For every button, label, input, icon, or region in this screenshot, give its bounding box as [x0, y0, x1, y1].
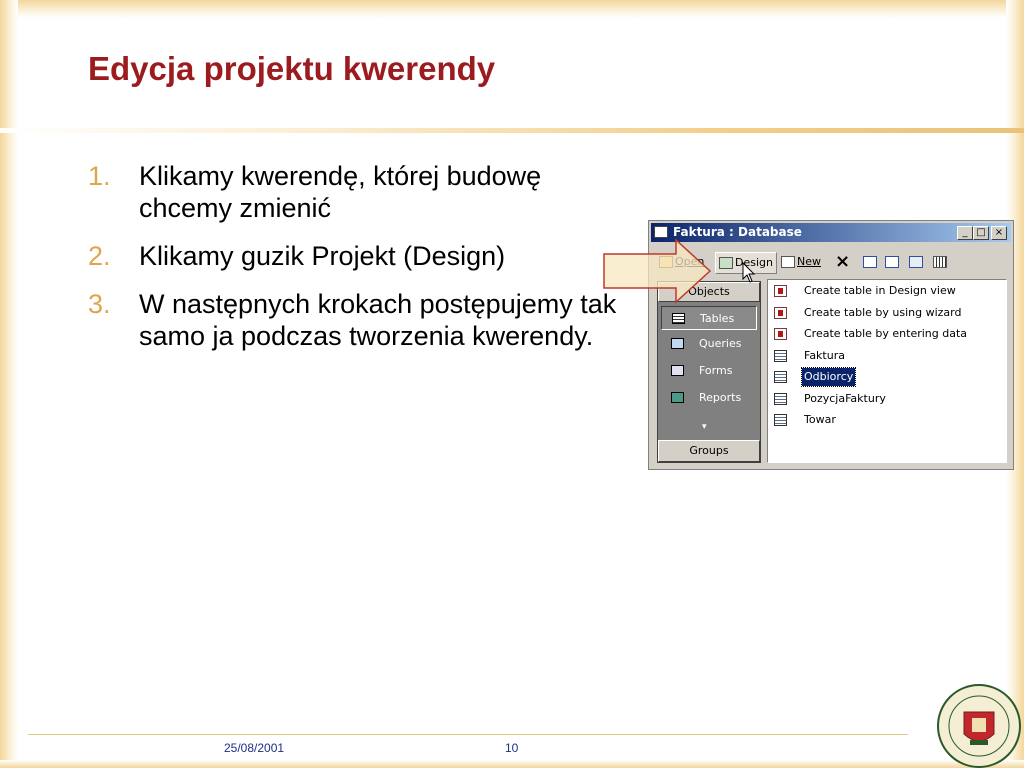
- objects-item-label: Reports: [699, 391, 742, 404]
- objects-item-tables[interactable]: Tables: [661, 306, 757, 330]
- footer-date: 25/08/2001: [224, 741, 285, 755]
- object-list: Create table in Design view Create table…: [767, 279, 1007, 463]
- database-icon: [654, 226, 668, 238]
- minimize-button[interactable]: _: [957, 226, 973, 240]
- list-view-button[interactable]: [909, 252, 925, 272]
- objects-item-label: Forms: [699, 364, 733, 377]
- footer-divider: [28, 734, 908, 735]
- new-label: New: [797, 255, 821, 268]
- details-view-button[interactable]: [933, 252, 949, 272]
- bullet-number: 3.: [88, 289, 111, 319]
- bullet-number: 2.: [88, 241, 111, 271]
- objects-item-queries[interactable]: Queries: [661, 332, 757, 356]
- tables-icon: [672, 313, 685, 324]
- table-icon: [774, 414, 787, 426]
- bullet-text: Klikamy guzik Projekt (Design): [139, 241, 506, 271]
- slide-left-border: [0, 0, 18, 768]
- bullet-text: Klikamy kwerendę, której budowę chcemy z…: [139, 161, 542, 223]
- objects-bar: Objects Tables Queries Forms Reports ▾ G…: [657, 281, 761, 463]
- title-divider: [0, 128, 1024, 133]
- forms-icon: [671, 365, 684, 376]
- wizard-icon: [774, 285, 787, 297]
- maximize-button[interactable]: □: [973, 226, 989, 240]
- design-icon: [719, 257, 733, 269]
- more-objects-arrow-icon[interactable]: ▾: [702, 422, 707, 432]
- bullet-text: W następnych krokach postępujemy tak sam…: [139, 289, 617, 351]
- small-icons-icon: [885, 256, 899, 268]
- close-button[interactable]: ×: [991, 226, 1007, 240]
- objects-item-reports[interactable]: Reports: [661, 386, 757, 410]
- wizard-icon: [774, 307, 787, 319]
- list-view-icon: [909, 256, 923, 268]
- school-seal-logo: [937, 684, 1021, 768]
- list-item-label: Create table by using wizard: [804, 306, 962, 319]
- table-icon: [774, 393, 787, 405]
- wizard-icon: [774, 328, 787, 340]
- bullet-item: 1. Klikamy kwerendę, której budowę chcem…: [88, 160, 618, 224]
- bullet-number: 1.: [88, 161, 111, 191]
- list-item-label: Towar: [804, 413, 836, 426]
- callout-arrow-icon: [603, 238, 712, 304]
- new-icon: [781, 256, 795, 268]
- mouse-cursor-icon: [742, 262, 756, 283]
- small-icons-button[interactable]: [885, 252, 901, 272]
- bullet-list: 1. Klikamy kwerendę, której budowę chcem…: [88, 160, 618, 368]
- details-view-icon: [933, 256, 947, 268]
- table-icon: [774, 350, 787, 362]
- reports-icon: [671, 392, 684, 403]
- objects-item-forms[interactable]: Forms: [661, 359, 757, 383]
- list-item-label: PozycjaFaktury: [804, 392, 886, 405]
- objects-item-label: Tables: [700, 312, 735, 325]
- slide-bottom-border: [0, 760, 1024, 768]
- groups-header[interactable]: Groups: [658, 440, 760, 462]
- slide-top-border: [0, 0, 1024, 18]
- list-item-label: Create table in Design view: [804, 284, 956, 297]
- slide-title: Edycja projektu kwerendy: [88, 50, 496, 87]
- table-icon: [774, 371, 787, 383]
- new-button[interactable]: New: [781, 252, 821, 272]
- list-item-label: Odbiorcy: [800, 367, 857, 387]
- list-item-label: Create table by entering data: [804, 327, 968, 340]
- slide-number: 10: [505, 741, 519, 755]
- bullet-item: 2. Klikamy guzik Projekt (Design): [88, 240, 618, 272]
- large-icons-button[interactable]: [863, 252, 879, 272]
- list-item-label: Faktura: [804, 349, 845, 362]
- large-icons-icon: [863, 256, 877, 268]
- queries-icon: [671, 338, 684, 349]
- window-title: Faktura : Database: [673, 225, 802, 239]
- objects-item-label: Queries: [699, 337, 742, 350]
- bullet-item: 3. W następnych krokach postępujemy tak …: [88, 288, 618, 352]
- delete-button[interactable]: ×: [835, 252, 850, 272]
